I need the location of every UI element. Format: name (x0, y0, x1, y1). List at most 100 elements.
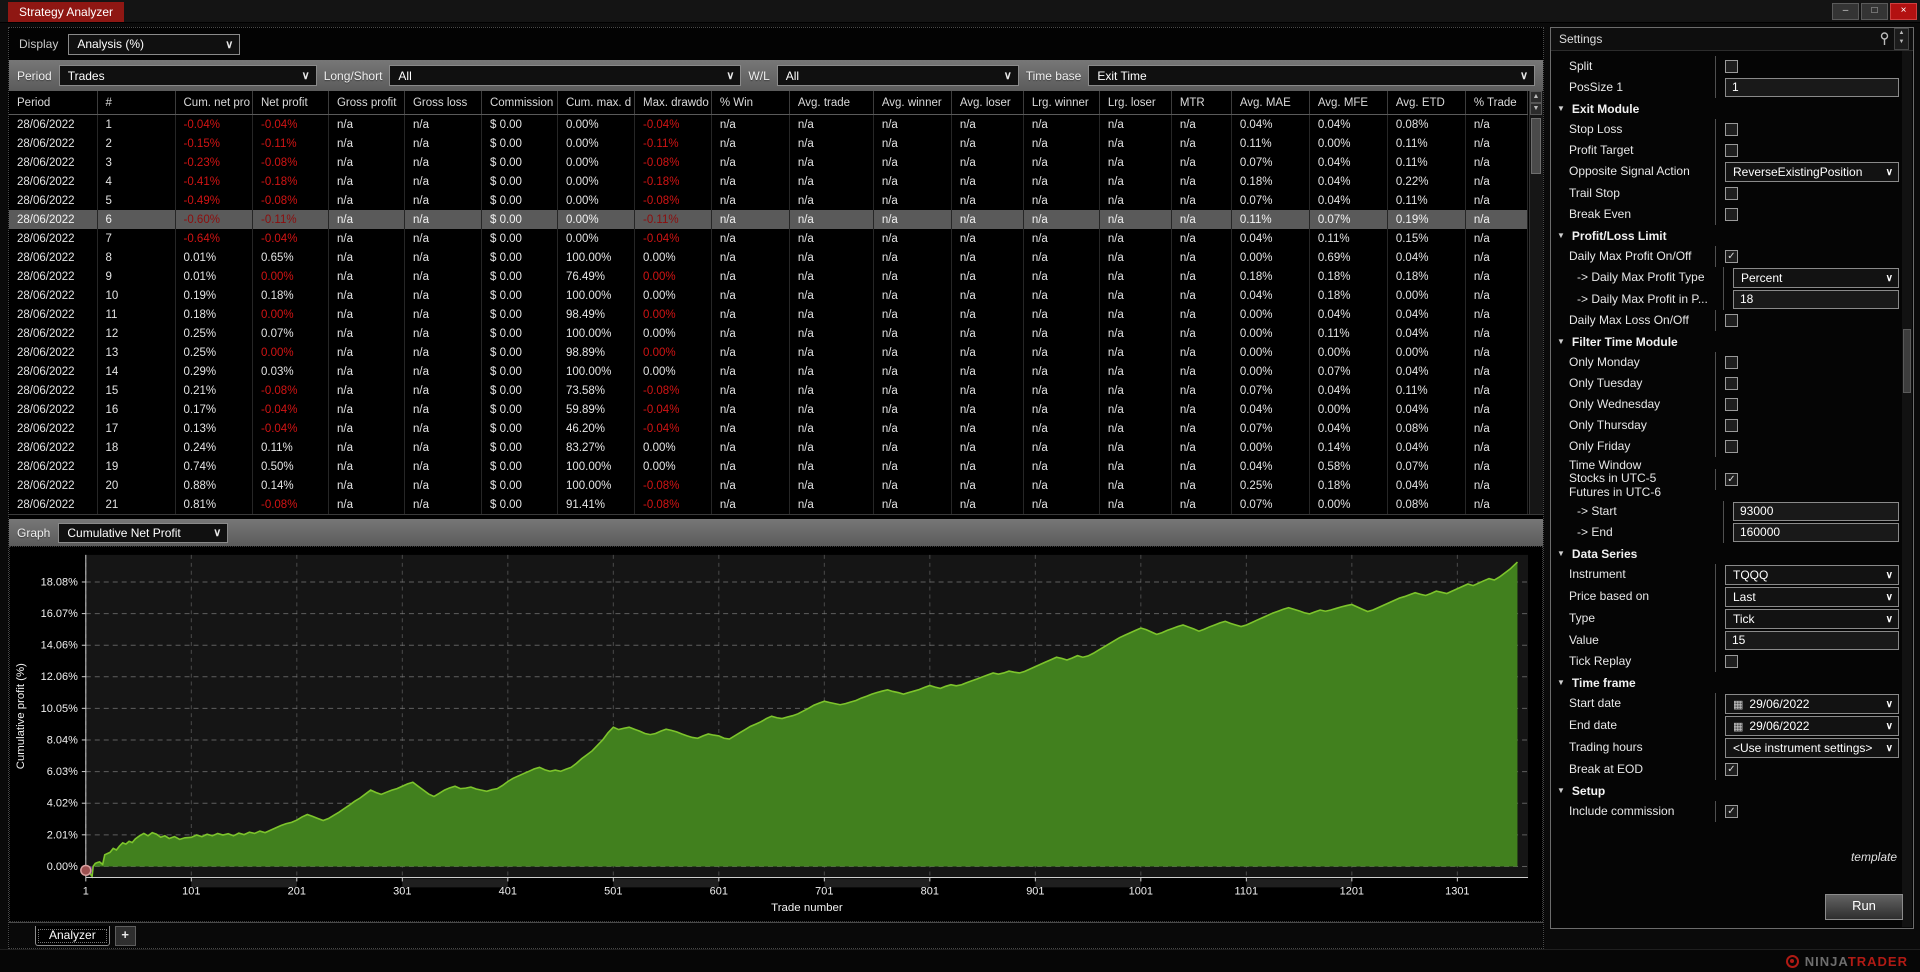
column-header-etd[interactable]: Avg. ETD (1387, 91, 1466, 115)
table-row[interactable]: 28/06/2022 5 -0.49% -0.08% n/a n/a $ 0.00 0.00%… (9, 191, 1528, 210)
run-button[interactable]: Run (1825, 894, 1903, 920)
column-header-lrg_winner[interactable]: Lrg. winner (1023, 91, 1100, 115)
only-monday-checkbox[interactable] (1725, 356, 1738, 369)
column-header-lrg_loser[interactable]: Lrg. loser (1099, 91, 1172, 115)
graph-type-dropdown[interactable]: Cumulative Net Profit ∨ (58, 522, 229, 543)
profit-target-checkbox[interactable] (1725, 144, 1738, 157)
period-dropdown[interactable]: Trades ∨ (58, 65, 317, 86)
scroll-up-icon[interactable]: ▲ (1530, 91, 1542, 103)
only-wednesday-checkbox[interactable] (1725, 398, 1738, 411)
only-tuesday-checkbox[interactable] (1725, 377, 1738, 390)
column-header-avg_winner[interactable]: Avg. winner (873, 91, 952, 115)
column-header-period[interactable]: Period (9, 91, 98, 115)
tick-replay-checkbox[interactable] (1725, 655, 1738, 668)
table-row[interactable]: 28/06/2022 4 -0.41% -0.18% n/a n/a $ 0.00 0.00%… (9, 172, 1528, 191)
settings-group-time-frame[interactable]: ▼ Time frame (1557, 672, 1899, 693)
break-even-checkbox[interactable] (1725, 208, 1738, 221)
table-row[interactable]: 28/06/2022 20 0.88% 0.14% n/a n/a $ 0.00 100.00… (9, 476, 1528, 495)
table-row[interactable]: 28/06/2022 3 -0.23% -0.08% n/a n/a $ 0.00 0.00%… (9, 153, 1528, 172)
instrument-dropdown[interactable]: TQQQ ∨ (1725, 565, 1899, 585)
svg-text:16.07%: 16.07% (41, 608, 78, 620)
time-base-dropdown[interactable]: Exit Time ∨ (1088, 65, 1535, 86)
column-header-gross_profit[interactable]: Gross profit (328, 91, 405, 115)
wl-dropdown[interactable]: All ∨ (776, 65, 1019, 86)
table-row[interactable]: 28/06/2022 17 0.13% -0.04% n/a n/a $ 0.00 46.20… (9, 419, 1528, 438)
grid-scrollbar[interactable]: ▲ ▼ (1529, 91, 1543, 514)
start-input[interactable]: 93000 (1733, 502, 1899, 521)
minimize-button[interactable]: – (1832, 3, 1859, 20)
table-row[interactable]: 28/06/2022 12 0.25% 0.07% n/a n/a $ 0.00 100.00… (9, 324, 1528, 343)
value-input[interactable]: 15 (1725, 631, 1899, 650)
end-input[interactable]: 160000 (1733, 523, 1899, 542)
column-header-mtr[interactable]: MTR (1171, 91, 1232, 115)
table-row[interactable]: 28/06/2022 21 0.81% -0.08% n/a n/a $ 0.00 91.41… (9, 495, 1528, 514)
table-row[interactable]: 28/06/2022 16 0.17% -0.04% n/a n/a $ 0.00 59.89… (9, 400, 1528, 419)
long-short-dropdown[interactable]: All ∨ (389, 65, 742, 86)
table-row[interactable]: 28/06/2022 8 0.01% 0.65% n/a n/a $ 0.00 100.00%… (9, 248, 1528, 267)
column-header-trade_pct[interactable]: % Trade (1465, 91, 1528, 115)
table-row[interactable]: 28/06/2022 10 0.19% 0.18% n/a n/a $ 0.00 100.00… (9, 286, 1528, 305)
column-header-avg_loser[interactable]: Avg. loser (951, 91, 1024, 115)
cell-trade_pct: n/a (1465, 381, 1528, 400)
daily-max-loss-on-off-checkbox[interactable] (1725, 314, 1738, 327)
cell-mtr: n/a (1171, 134, 1232, 153)
column-header-avg_trade[interactable]: Avg. trade (789, 91, 874, 115)
table-row[interactable]: 28/06/2022 7 -0.64% -0.04% n/a n/a $ 0.00 0.00%… (9, 229, 1528, 248)
column-header-max_dd[interactable]: Max. drawdo (634, 91, 712, 115)
settings-group-profit-loss-limit[interactable]: ▼ Profit/Loss Limit (1557, 225, 1899, 246)
scrollbar-thumb[interactable] (1903, 329, 1911, 393)
daily-max-profit-on-off-checkbox[interactable]: ✓ (1725, 250, 1738, 263)
table-row[interactable]: 28/06/2022 13 0.25% 0.00% n/a n/a $ 0.00 98.89%… (9, 343, 1528, 362)
possize-1-input[interactable]: 1 (1725, 78, 1899, 97)
table-row[interactable]: 28/06/2022 14 0.29% 0.03% n/a n/a $ 0.00 100.00… (9, 362, 1528, 381)
type-dropdown[interactable]: Tick ∨ (1725, 609, 1899, 629)
price-based-on-dropdown[interactable]: Last ∨ (1725, 587, 1899, 607)
settings-group-exit-module[interactable]: ▼ Exit Module (1557, 98, 1899, 119)
daily-max-profit-type-dropdown[interactable]: Percent ∨ (1733, 268, 1899, 288)
table-row[interactable]: 28/06/2022 19 0.74% 0.50% n/a n/a $ 0.00 100.00… (9, 457, 1528, 476)
table-row[interactable]: 28/06/2022 1 -0.04% -0.04% n/a n/a $ 0.00 0.00%… (9, 114, 1528, 134)
scrollbar-thumb[interactable] (1531, 118, 1541, 174)
display-dropdown[interactable]: Analysis (%) ∨ (68, 33, 241, 55)
column-header-net[interactable]: Net profit (252, 91, 329, 115)
settings-scrollbar[interactable] (1902, 51, 1912, 927)
opposite-signal-action-dropdown[interactable]: ReverseExistingPosition ∨ (1725, 162, 1899, 182)
column-header-cum_net[interactable]: Cum. net pro (175, 91, 253, 115)
template-link[interactable]: template (1851, 850, 1897, 864)
column-header-win[interactable]: % Win (711, 91, 790, 115)
trail-stop-checkbox[interactable] (1725, 187, 1738, 200)
time-window-checkbox[interactable]: ✓ (1725, 472, 1738, 486)
table-row[interactable]: 28/06/2022 6 -0.60% -0.11% n/a n/a $ 0.00 0.00%… (9, 210, 1528, 229)
include-commission-checkbox[interactable]: ✓ (1725, 805, 1738, 818)
settings-scroll-arrows[interactable]: ▲ ▼ (1894, 28, 1909, 50)
scroll-down-icon[interactable]: ▼ (1530, 103, 1542, 115)
table-row[interactable]: 28/06/2022 9 0.01% 0.00% n/a n/a $ 0.00 76.49% 0… (9, 267, 1528, 286)
table-row[interactable]: 28/06/2022 2 -0.15% -0.11% n/a n/a $ 0.00 0.00%… (9, 134, 1528, 153)
column-header-mfe[interactable]: Avg. MFE (1309, 91, 1388, 115)
add-tab-button[interactable]: + (114, 925, 136, 946)
column-header-gross_loss[interactable]: Gross loss (404, 91, 482, 115)
only-thursday-checkbox[interactable] (1725, 419, 1738, 432)
column-header-cum_max[interactable]: Cum. max. d (557, 91, 635, 115)
maximize-button[interactable]: □ (1861, 3, 1888, 20)
table-row[interactable]: 28/06/2022 11 0.18% 0.00% n/a n/a $ 0.00 98.49%… (9, 305, 1528, 324)
start-date-dropdown[interactable]: ▦ 29/06/2022 ∨ (1725, 694, 1899, 714)
end-date-dropdown[interactable]: ▦ 29/06/2022 ∨ (1725, 716, 1899, 736)
only-friday-checkbox[interactable] (1725, 440, 1738, 453)
tab-analyzer[interactable]: Analyzer (35, 925, 110, 946)
trading-hours-dropdown[interactable]: <Use instrument settings> ∨ (1725, 738, 1899, 758)
split-checkbox[interactable] (1725, 60, 1738, 73)
close-button[interactable]: × (1890, 3, 1917, 20)
break-at-eod-checkbox[interactable]: ✓ (1725, 763, 1738, 776)
settings-group-data-series[interactable]: ▼ Data Series (1557, 543, 1899, 564)
settings-group-setup[interactable]: ▼ Setup (1557, 780, 1899, 801)
pin-icon[interactable] (1879, 32, 1890, 46)
table-row[interactable]: 28/06/2022 18 0.24% 0.11% n/a n/a $ 0.00 83.27%… (9, 438, 1528, 457)
table-row[interactable]: 28/06/2022 15 0.21% -0.08% n/a n/a $ 0.00 73.58… (9, 381, 1528, 400)
column-header-mae[interactable]: Avg. MAE (1231, 91, 1310, 115)
daily-max-profit-in-p-input[interactable]: 18 (1733, 290, 1899, 309)
column-header-commission[interactable]: Commission (481, 91, 558, 115)
column-header-num[interactable]: # (97, 91, 176, 115)
settings-group-filter-time-module[interactable]: ▼ Filter Time Module (1557, 331, 1899, 352)
stop-loss-checkbox[interactable] (1725, 123, 1738, 136)
